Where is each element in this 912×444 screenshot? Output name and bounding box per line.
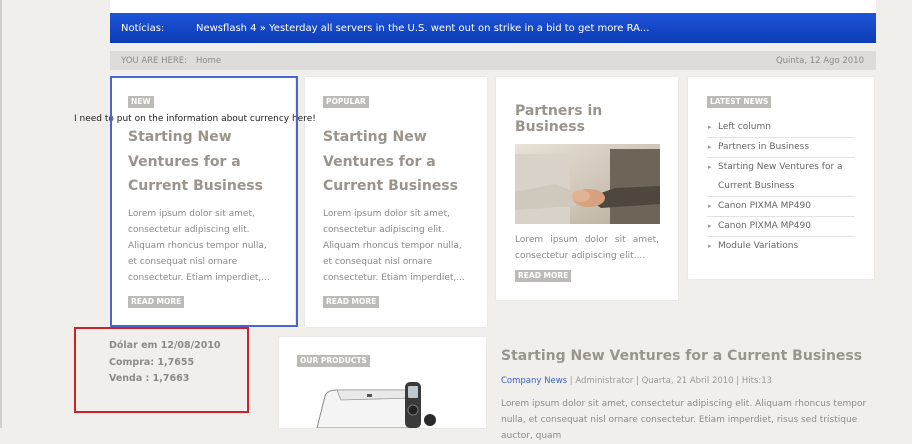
read-more-button[interactable]: READ MORE <box>515 270 572 282</box>
products-badge: OUR PRODUCTS <box>297 355 370 367</box>
breadcrumb-label: YOU ARE HERE: <box>121 55 188 66</box>
currency-info: Dólar em 12/08/2010 Compra: 1,7655 Venda… <box>109 338 221 388</box>
article-category-link[interactable]: Company News <box>501 376 567 386</box>
partners-card: Partners in Business Lorem ipsum dolor s… <box>496 77 678 300</box>
latest-news-item[interactable]: ▸ Canon PIXMA MP490 <box>707 217 855 237</box>
handshake-image[interactable] <box>515 144 660 224</box>
latest-news-item[interactable]: ▸ Canon PIXMA MP490 <box>707 197 855 217</box>
arrow-right-icon: ▸ <box>708 202 712 210</box>
article-body: Lorem ipsum dolor sit amet, consectetur … <box>501 399 867 441</box>
arrow-right-icon: ▸ <box>708 242 712 250</box>
card-excerpt: Lorem ipsum dolor sit amet, consectetur … <box>323 208 465 283</box>
newsflash-label: Notícias: <box>121 22 165 34</box>
arrow-right-icon: ▸ <box>708 123 712 131</box>
breadcrumb: YOU ARE HERE: Home Quinta, 12 Ago 2010 <box>110 51 876 70</box>
header-strip <box>110 0 876 13</box>
latest-news-item[interactable]: ▸ Starting New Ventures for a Current Bus… <box>707 158 855 197</box>
latest-news-module: LATEST NEWS ▸ Left column ▸ Partners in Bu… <box>688 77 874 279</box>
currency-buy: Compra: 1,7655 <box>109 356 195 368</box>
currency-sell: Venda : 1,7663 <box>109 373 190 384</box>
current-date: Quinta, 12 Ago 2010 <box>775 55 864 66</box>
window-edge <box>0 0 2 428</box>
arrow-right-icon: ▸ <box>708 163 712 171</box>
latest-news-item[interactable]: ▸ Left column <box>707 118 855 138</box>
article-meta-details: | Administrator | Quarta, 21 Abril 2010 … <box>567 376 773 386</box>
latest-news-badge: LATEST NEWS <box>707 96 772 108</box>
printer-product-image[interactable] <box>307 378 437 428</box>
breadcrumb-home-link[interactable]: Home <box>196 56 221 66</box>
currency-date: Dólar em 12/08/2010 <box>109 340 221 351</box>
article-title-link[interactable]: Starting New Ventures for a Current Busi… <box>501 348 862 364</box>
article-meta: Company News | Administrator | Quarta, 2… <box>501 376 772 386</box>
arrow-right-icon: ▸ <box>708 143 712 151</box>
latest-news-item[interactable]: ▸ Module Variations <box>707 237 855 256</box>
newsflash-link[interactable]: Newsflash 4 » Yesterday all servers in t… <box>196 23 649 34</box>
newsflash-bar: Notícias: Newsflash 4 » Yesterday all se… <box>110 13 876 43</box>
article-card-popular: POPULAR Starting New Ventures for a Curr… <box>305 77 487 327</box>
card-title-link[interactable]: Starting New Ventures for a Current Busi… <box>323 125 469 199</box>
highlight-box-blue <box>110 76 298 327</box>
popular-badge: POPULAR <box>323 96 369 108</box>
partners-title-link[interactable]: Partners in Business <box>515 103 659 135</box>
read-more-button[interactable]: READ MORE <box>323 295 380 308</box>
latest-news-list: ▸ Left column ▸ Partners in Business ▸ Star… <box>707 118 855 256</box>
arrow-right-icon: ▸ <box>708 222 712 230</box>
latest-news-item[interactable]: ▸ Partners in Business <box>707 138 855 158</box>
partners-excerpt: Lorem ipsum dolor sit amet, consectetur … <box>515 235 659 261</box>
